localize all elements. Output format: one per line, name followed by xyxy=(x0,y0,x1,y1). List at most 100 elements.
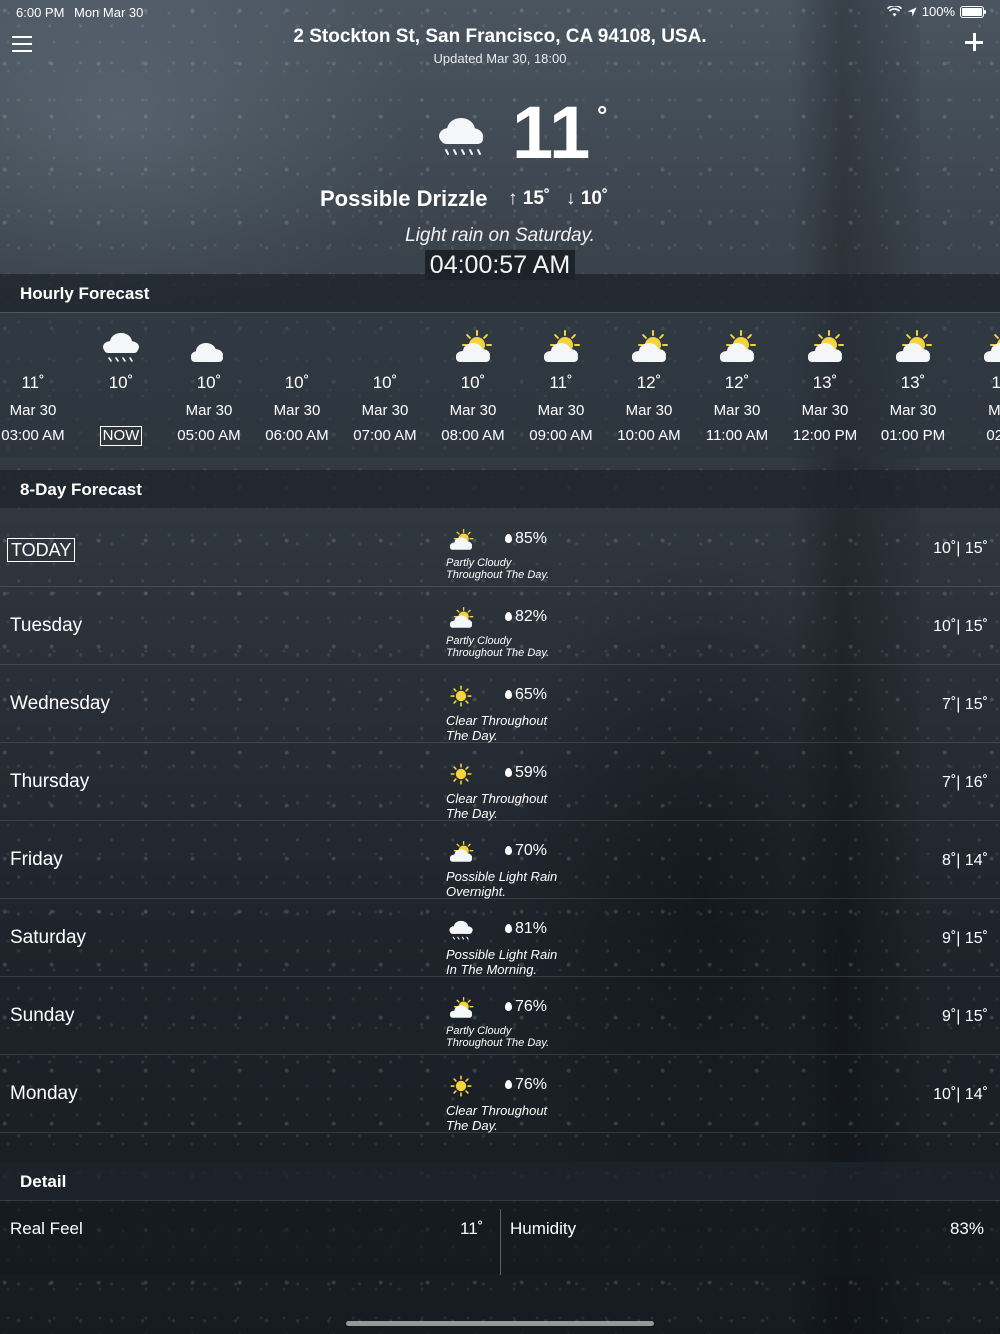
daily-row[interactable]: Monday 76% Clear Throughout The Day. 10˚… xyxy=(0,1055,1000,1133)
hourly-temp: 12˚ xyxy=(636,373,662,392)
hourly-hour-label: 07:00 AM xyxy=(353,427,417,444)
hourly-item[interactable]: 11˚ Mar 30 03:00 AM xyxy=(0,313,78,444)
hourly-hour-label: 01:00 PM xyxy=(880,427,946,444)
location-arrow-icon xyxy=(907,7,917,16)
high-temperature: ↑ 15˚ xyxy=(508,188,551,209)
hourly-date: Mar 30 xyxy=(537,402,585,419)
hourly-hour: 07:00 AM xyxy=(340,427,430,444)
hourly-temp: 11˚ xyxy=(549,373,573,392)
cloud-sun-icon xyxy=(803,327,847,367)
hourly-hour-label: 03:00 AM xyxy=(1,427,65,444)
now-badge: NOW xyxy=(99,426,143,446)
location-address[interactable]: 2 Stockton St, San Francisco, CA 94108, … xyxy=(0,26,1000,48)
hourly-temp: 10˚ xyxy=(460,373,486,392)
hourly-forecast-header: Hourly Forecast xyxy=(0,274,1000,312)
daily-forecast-header: 8-Day Forecast xyxy=(0,470,1000,508)
cloud-sun-icon xyxy=(979,327,1000,367)
hourly-date: Mar 30 xyxy=(625,402,673,419)
hourly-hour-label: 10:00 AM xyxy=(617,427,681,444)
hourly-item[interactable]: 10˚ Mar 30 05:00 AM xyxy=(164,313,254,444)
hourly-item[interactable]: 10˚ Mar 30 08:00 AM xyxy=(428,313,518,444)
precipitation: 70% xyxy=(505,842,547,860)
hourly-item[interactable]: 13˚ Mar 30 01:00 PM xyxy=(868,313,958,444)
hourly-item[interactable]: 12˚ Mar 30 11:00 AM xyxy=(692,313,782,444)
hourly-date: Mar 30 xyxy=(889,402,937,419)
raindrop-icon xyxy=(505,690,512,699)
current-temperature: 11 xyxy=(512,91,591,174)
hourly-hour-label: 02:0 xyxy=(986,427,1000,444)
cloud-sun-icon xyxy=(448,995,474,1018)
daily-row[interactable]: Thursday 59% Clear Throughout The Day. 7… xyxy=(0,743,1000,821)
hourly-date xyxy=(76,402,166,420)
hourly-hour: 12:00 PM xyxy=(780,427,870,444)
status-time: 6:00 PM xyxy=(16,5,65,20)
hourly-temp: 10˚ xyxy=(108,373,134,392)
temp-range: 7˚| 15˚ xyxy=(942,696,988,713)
hourly-item[interactable]: 10˚ Mar 30 07:00 AM xyxy=(340,313,430,444)
home-indicator[interactable] xyxy=(346,1321,654,1326)
precipitation: 59% xyxy=(505,764,547,782)
hourly-item[interactable]: 14 Mar 02:0 xyxy=(956,313,1000,444)
hourly-date: Mar 30 xyxy=(361,402,409,419)
daily-forecast-title: 8-Day Forecast xyxy=(20,480,142,499)
day-description: Partly Cloudy Throughout The Day. xyxy=(446,1025,550,1049)
cloud-sun-icon xyxy=(627,327,671,367)
hourly-date: Mar 30 xyxy=(449,402,497,419)
temp-range: 8˚| 14˚ xyxy=(942,852,988,869)
hourly-hour: 03:00 AM xyxy=(0,427,78,444)
current-condition: Possible Drizzle xyxy=(320,186,488,211)
add-location-plus-icon[interactable] xyxy=(962,30,986,54)
hourly-item[interactable]: 10˚ Mar 30 06:00 AM xyxy=(252,313,342,444)
daily-row[interactable]: Saturday 81% Possible Light Rain In The … xyxy=(0,899,1000,977)
low-temperature: ↓ 10˚ xyxy=(566,188,609,209)
hourly-hour: 05:00 AM xyxy=(164,427,254,444)
daily-row[interactable]: TODAY 85% Partly Cloudy Throughout The D… xyxy=(0,509,1000,587)
precipitation: 85% xyxy=(505,530,547,548)
hourly-item[interactable]: 12˚ Mar 30 10:00 AM xyxy=(604,313,694,444)
detail-divider xyxy=(500,1209,501,1275)
hourly-forecast-strip[interactable]: 11˚ Mar 30 03:00 AM 10˚ NOW 10˚ Mar 30 0… xyxy=(0,312,1000,458)
day-name: Saturday xyxy=(10,927,87,948)
hourly-item[interactable]: 13˚ Mar 30 12:00 PM xyxy=(780,313,870,444)
status-date: Mon Mar 30 xyxy=(74,5,144,20)
rain-icon xyxy=(99,327,143,367)
precipitation-value: 65% xyxy=(515,686,548,703)
moon-icon xyxy=(275,327,319,367)
cloud-sun-icon xyxy=(539,327,583,367)
day-description: Clear Throughout The Day. xyxy=(446,713,548,743)
day-name: Monday xyxy=(10,1083,78,1104)
temp-range: 7˚| 16˚ xyxy=(942,774,988,791)
humidity-label: Humidity xyxy=(510,1219,577,1238)
humidity-value: 83% xyxy=(949,1219,984,1238)
daily-row[interactable]: Friday 70% Possible Light Rain Overnight… xyxy=(0,821,1000,899)
moon-icon xyxy=(363,327,407,367)
raindrop-icon xyxy=(505,612,512,621)
daily-row[interactable]: Sunday 76% Partly Cloudy Throughout The … xyxy=(0,977,1000,1055)
day-name: Wednesday xyxy=(10,693,110,714)
temp-range: 10˚| 15˚ xyxy=(933,540,988,557)
detail-title: Detail xyxy=(20,1172,67,1191)
hourly-hour-label: 05:00 AM xyxy=(177,427,241,444)
precipitation-value: 85% xyxy=(515,530,548,547)
hourly-hour-label: 09:00 AM xyxy=(529,427,593,444)
hourly-temp: 13˚ xyxy=(812,373,838,392)
hourly-hour: 11:00 AM xyxy=(692,427,782,444)
hourly-hour: NOW xyxy=(76,426,166,446)
temp-range: 10˚| 14˚ xyxy=(933,1086,988,1103)
weather-summary: Light rain on Saturday. xyxy=(405,225,595,246)
raindrop-icon xyxy=(505,534,512,543)
daily-row[interactable]: Wednesday 65% Clear Throughout The Day. … xyxy=(0,665,1000,743)
rain-icon xyxy=(448,917,474,940)
moon-icon xyxy=(11,327,55,367)
raindrop-icon xyxy=(505,1002,512,1011)
precipitation-value: 76% xyxy=(515,998,548,1015)
precipitation-value: 59% xyxy=(515,764,548,781)
daily-row[interactable]: Tuesday 82% Partly Cloudy Throughout The… xyxy=(0,587,1000,665)
day-description: Partly Cloudy Throughout The Day. xyxy=(446,635,550,659)
hourly-item[interactable]: 11˚ Mar 30 09:00 AM xyxy=(516,313,606,444)
hourly-hour: 09:00 AM xyxy=(516,427,606,444)
status-indicators: 100% xyxy=(886,4,986,19)
hourly-temp: 12˚ xyxy=(724,373,750,392)
day-description: Possible Light Rain In The Morning. xyxy=(446,947,558,977)
hourly-item[interactable]: 10˚ NOW xyxy=(76,313,166,446)
